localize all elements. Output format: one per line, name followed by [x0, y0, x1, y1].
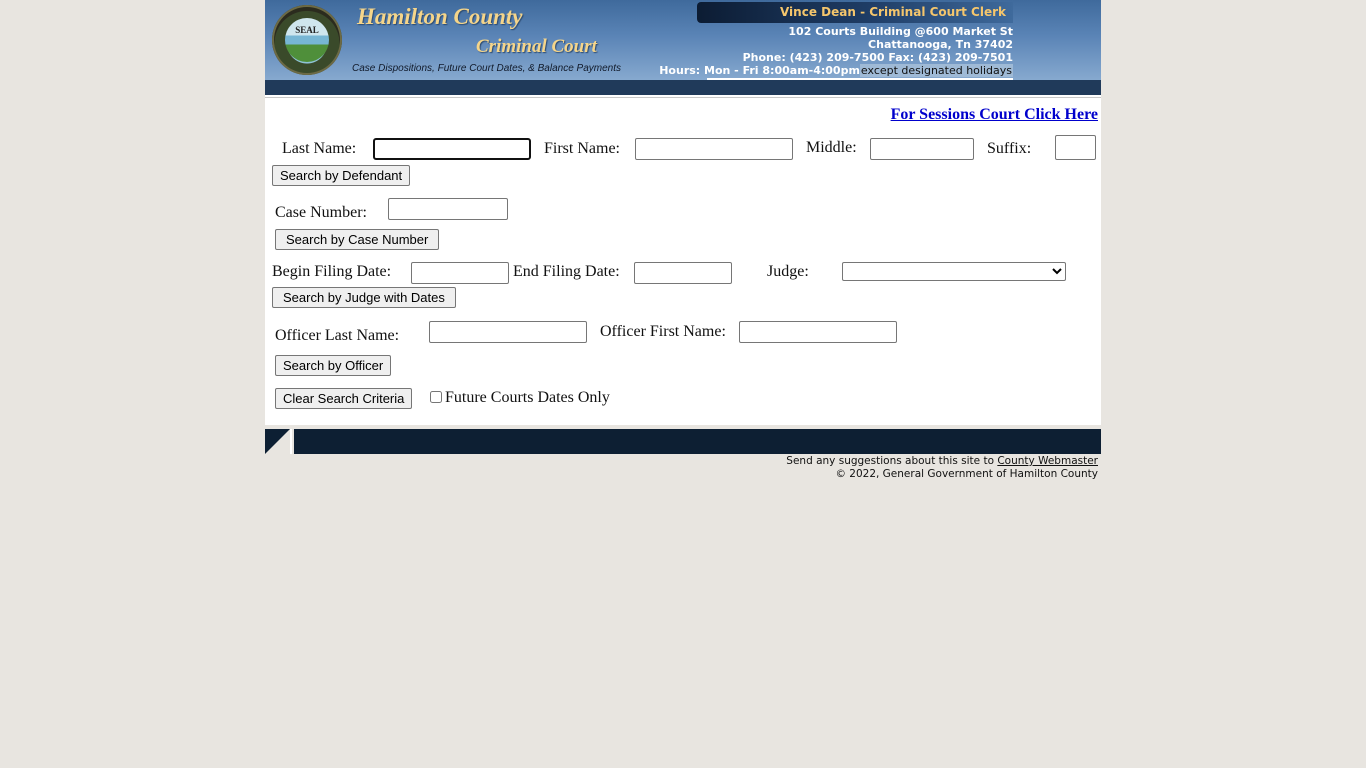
footer-copyright: © 2022, General Government of Hamilton C…: [835, 468, 1098, 480]
clerk-banner: Vince Dean - Criminal Court Clerk: [697, 2, 1013, 23]
footer-bar: [265, 429, 1101, 454]
case-number-label: Case Number:: [275, 204, 367, 221]
hours-text: Hours: Mon - Fri 8:00am-4:00pm: [659, 64, 860, 77]
search-form: For Sessions Court Click Here Last Name:…: [265, 97, 1101, 425]
clerk-name: Vince Dean - Criminal Court Clerk: [779, 5, 1006, 19]
nav-bar: [265, 80, 1101, 97]
officer-first-name-label: Officer First Name:: [600, 323, 726, 340]
clear-search-criteria-button[interactable]: Clear Search Criteria: [275, 388, 413, 409]
footer: Send any suggestions about this site to …: [265, 455, 1101, 481]
county-webmaster-link[interactable]: County Webmaster: [997, 455, 1098, 467]
site-title: Hamilton County: [357, 4, 523, 29]
first-name-label: First Name:: [544, 140, 620, 157]
last-name-label: Last Name:: [282, 140, 357, 157]
begin-filing-date-label: Begin Filing Date:: [272, 263, 392, 280]
search-by-defendant-button[interactable]: Search by Defendant: [272, 165, 411, 186]
seal-text: SEAL: [295, 25, 319, 35]
begin-filing-date-input[interactable]: [411, 262, 509, 284]
judge-select[interactable]: [842, 262, 1066, 281]
officer-last-name-input[interactable]: [429, 321, 587, 343]
site-header: SEAL Hamilton County Criminal Court Case…: [265, 0, 1101, 80]
search-by-judge-button[interactable]: Search by Judge with Dates: [272, 287, 456, 308]
footer-suggestions-text: Send any suggestions about this site to: [786, 455, 994, 467]
end-filing-date-label: End Filing Date:: [513, 263, 620, 280]
suffix-input[interactable]: [1055, 135, 1096, 160]
sessions-court-link[interactable]: For Sessions Court Click Here: [891, 106, 1098, 124]
judge-label: Judge:: [767, 263, 809, 280]
address-line-2: Chattanooga, Tn 37402: [868, 38, 1013, 51]
middle-name-input[interactable]: [870, 138, 974, 160]
site-tagline: Case Dispositions, Future Court Dates, &…: [352, 63, 622, 74]
officer-first-name-input[interactable]: [739, 321, 897, 343]
search-by-case-number-button[interactable]: Search by Case Number: [275, 229, 440, 250]
future-dates-only-label[interactable]: Future Courts Dates Only: [445, 389, 610, 407]
phone-fax: Phone: (423) 209-7500 Fax: (423) 209-750…: [742, 51, 1013, 64]
footer-corner-decoration: [265, 429, 290, 454]
page-container: SEAL Hamilton County Criminal Court Case…: [265, 0, 1101, 481]
middle-name-label: Middle:: [806, 139, 857, 156]
first-name-input[interactable]: [635, 138, 793, 160]
last-name-input[interactable]: [373, 138, 531, 160]
site-subtitle-court: Criminal Court: [476, 36, 597, 57]
suffix-label: Suffix:: [987, 140, 1032, 157]
hours-note: except designated holidays: [859, 64, 1013, 77]
footer-separator: [290, 429, 292, 454]
county-seal-logo: SEAL: [272, 5, 342, 75]
case-number-input[interactable]: [388, 198, 508, 220]
office-hours: Hours: Mon - Fri 8:00am-4:00pmexcept des…: [659, 64, 1013, 77]
end-filing-date-input[interactable]: [634, 262, 732, 284]
future-dates-only-checkbox[interactable]: [430, 391, 442, 403]
footer-band: [294, 429, 1101, 454]
officer-last-name-label: Officer Last Name:: [275, 327, 400, 344]
header-divider: [707, 78, 1013, 80]
footer-suggestions: Send any suggestions about this site to …: [265, 455, 1098, 468]
address-line-1: 102 Courts Building @600 Market St: [788, 25, 1013, 38]
search-by-officer-button[interactable]: Search by Officer: [275, 355, 392, 376]
